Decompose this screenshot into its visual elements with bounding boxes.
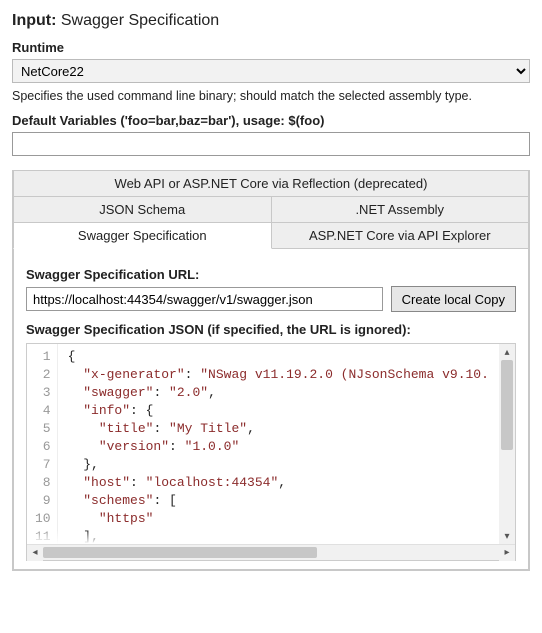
scroll-up-icon[interactable]: ▴ xyxy=(499,344,515,360)
input-tabs: Web API or ASP.NET Core via Reflection (… xyxy=(12,170,530,571)
page-title-text: Swagger Specification xyxy=(61,12,219,29)
create-local-copy-label: Create local Copy xyxy=(402,292,505,307)
tab-dotnet-assembly[interactable]: .NET Assembly xyxy=(272,197,530,223)
code-gutter: 12345678910111213 xyxy=(27,344,58,544)
tab-swagger-spec-label: Swagger Specification xyxy=(78,228,207,243)
vertical-scroll-thumb[interactable] xyxy=(501,360,513,450)
scroll-down-icon[interactable]: ▾ xyxy=(499,528,515,544)
code-content[interactable]: { "x-generator": "NSwag v11.19.2.0 (NJso… xyxy=(58,344,515,544)
horizontal-scrollbar[interactable]: ◂ ▸ xyxy=(27,544,515,560)
swagger-url-label: Swagger Specification URL: xyxy=(26,267,516,282)
tab-reflection-label: Web API or ASP.NET Core via Reflection (… xyxy=(115,176,428,191)
default-variables-label: Default Variables ('foo=bar,baz=bar'), u… xyxy=(12,113,530,128)
scroll-left-icon[interactable]: ◂ xyxy=(27,545,43,561)
tab-dotnet-assembly-label: .NET Assembly xyxy=(355,202,444,217)
page-title: Input: Swagger Specification xyxy=(12,12,530,30)
tab-reflection[interactable]: Web API or ASP.NET Core via Reflection (… xyxy=(13,170,529,197)
tab-swagger-spec[interactable]: Swagger Specification xyxy=(13,223,272,249)
vertical-scrollbar[interactable]: ▴ ▾ xyxy=(499,344,515,544)
swagger-json-editor[interactable]: 12345678910111213 { "x-generator": "NSwa… xyxy=(26,343,516,561)
swagger-url-input[interactable] xyxy=(26,287,383,311)
horizontal-scroll-thumb[interactable] xyxy=(43,547,317,558)
runtime-label: Runtime xyxy=(12,40,530,55)
page-title-prefix: Input: xyxy=(12,12,56,29)
tab-api-explorer-label: ASP.NET Core via API Explorer xyxy=(309,228,491,243)
tab-api-explorer[interactable]: ASP.NET Core via API Explorer xyxy=(272,223,530,249)
swagger-panel: Swagger Specification URL: Create local … xyxy=(13,249,529,570)
tab-json-schema-label: JSON Schema xyxy=(99,202,185,217)
swagger-json-label: Swagger Specification JSON (if specified… xyxy=(26,322,516,337)
scroll-right-icon[interactable]: ▸ xyxy=(499,545,515,561)
create-local-copy-button[interactable]: Create local Copy xyxy=(391,286,516,312)
tab-json-schema[interactable]: JSON Schema xyxy=(13,197,272,223)
runtime-help-text: Specifies the used command line binary; … xyxy=(12,89,530,103)
runtime-select[interactable]: NetCore22 xyxy=(12,59,530,83)
default-variables-input[interactable] xyxy=(12,132,530,156)
